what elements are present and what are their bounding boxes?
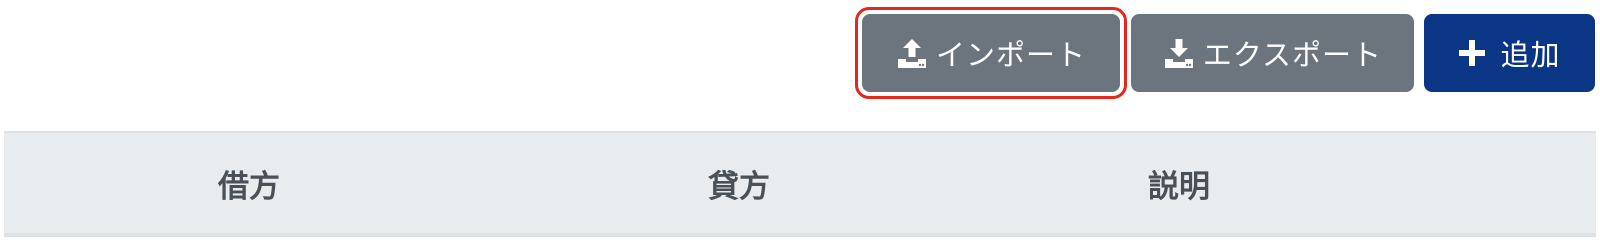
- import-button-label: インポート: [935, 38, 1086, 72]
- column-header-description[interactable]: 説明: [934, 133, 1424, 233]
- toolbar: インポート エクスポート 追加: [0, 7, 1600, 99]
- add-button-label: 追加: [1500, 38, 1561, 72]
- column-header-credit[interactable]: 貸方: [494, 133, 984, 233]
- plus-icon: [1458, 39, 1486, 67]
- import-button[interactable]: インポート: [862, 14, 1120, 92]
- table-header: 借方 貸方 説明: [4, 131, 1596, 237]
- export-button[interactable]: エクスポート: [1131, 14, 1414, 92]
- add-button[interactable]: 追加: [1424, 14, 1595, 92]
- export-button-label: エクスポート: [1202, 38, 1383, 72]
- column-header-debit[interactable]: 借方: [4, 133, 494, 233]
- upload-tray-icon: [896, 37, 928, 69]
- download-tray-icon: [1163, 37, 1195, 69]
